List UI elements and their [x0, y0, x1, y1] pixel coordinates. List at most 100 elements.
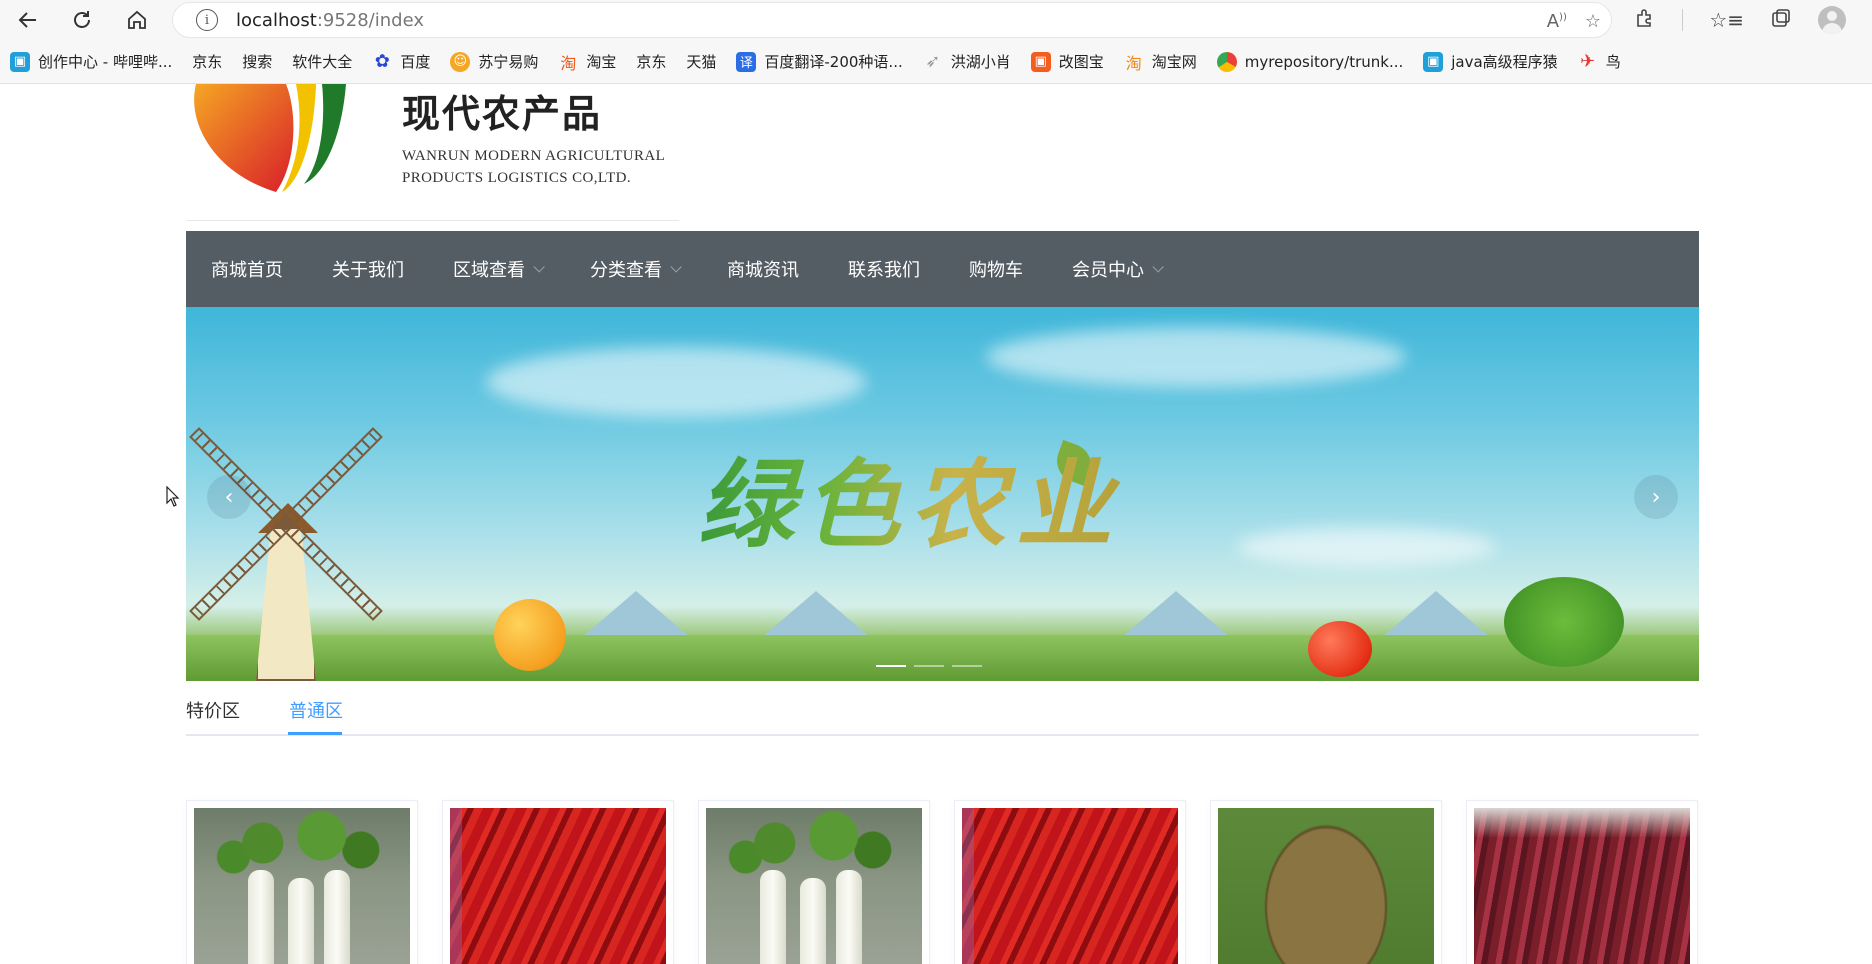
logo-english-line2: PRODUCTS LOGISTICS CO,LTD.: [402, 170, 632, 186]
chevron-down-icon: [533, 261, 545, 273]
radish-root: [288, 878, 314, 964]
bookmark-item[interactable]: 译百度翻译-200种语...: [736, 51, 903, 72]
logo-divider: [186, 220, 679, 221]
bookmark-item[interactable]: 京东: [636, 51, 666, 72]
reload-icon[interactable]: [62, 0, 102, 40]
bird-icon: ➶: [925, 51, 941, 72]
radish-root: [760, 870, 786, 964]
bookmark-item[interactable]: ▣ java高级程序猿: [1423, 51, 1558, 72]
bookmark-item[interactable]: ➶ 洪湖小肖: [923, 51, 1011, 72]
radish-root: [800, 878, 826, 964]
favorites-icon[interactable]: ☆≡: [1709, 8, 1744, 32]
gaitubao-icon: ▣: [1030, 51, 1051, 72]
carousel-indicator[interactable]: [952, 665, 982, 667]
bookmark-item[interactable]: 软件大全: [292, 51, 352, 72]
banner-carousel[interactable]: 绿色农业 ‹ ›: [186, 307, 1699, 681]
logo-english-line1: WANRUN MODERN AGRICULTURAL: [402, 148, 666, 164]
product-card[interactable]: [1466, 800, 1698, 964]
product-card[interactable]: [442, 800, 674, 964]
bookmark-item[interactable]: 天猫: [686, 51, 716, 72]
profile-avatar-icon[interactable]: [1818, 6, 1846, 34]
nav-item-about[interactable]: 关于我们: [332, 231, 404, 307]
translate-icon: 译: [736, 51, 757, 72]
taobao-icon: 淘: [560, 53, 577, 73]
banner-title: 绿色农业: [698, 427, 1122, 566]
address-bar[interactable]: i localhost:9528/index A)) ☆: [172, 2, 1612, 38]
nav-item-category[interactable]: 分类查看: [590, 231, 682, 307]
main-nav-menu: 商城首页 关于我们 区域查看 分类查看 商城资讯 联系我们 购物车 会员中心: [186, 231, 1699, 307]
tab-special-offer[interactable]: 特价区: [186, 696, 240, 734]
mouse-cursor-icon: [166, 485, 180, 512]
nav-item-member[interactable]: 会员中心: [1072, 231, 1164, 307]
toolbar-divider: [1682, 9, 1684, 31]
nav-item-news[interactable]: 商城资讯: [727, 231, 799, 307]
product-image-chili[interactable]: [962, 808, 1178, 964]
bookmark-item[interactable]: 京东: [192, 51, 222, 72]
logo-mark-icon: [194, 84, 346, 192]
nav-item-contact[interactable]: 联系我们: [848, 231, 920, 307]
radish-root: [324, 870, 350, 964]
bookmark-item[interactable]: myrepository/trunk...: [1216, 51, 1403, 72]
favorite-add-icon[interactable]: ☆: [1585, 11, 1601, 32]
chevron-down-icon: [670, 261, 682, 273]
carousel-indicator[interactable]: [876, 665, 906, 667]
read-aloud-icon[interactable]: A)): [1547, 11, 1567, 32]
chrome-icon: [1216, 51, 1237, 72]
bookmark-item[interactable]: ▣ 创作中心 - 哔哩哔...: [10, 51, 172, 72]
carousel-indicators: [876, 665, 982, 667]
product-card[interactable]: [186, 800, 418, 964]
bookmark-item[interactable]: ▣ 改图宝: [1030, 51, 1104, 72]
radish-leaves: [204, 808, 400, 878]
bilibili-icon: ▣: [10, 51, 30, 72]
carousel-next-button[interactable]: ›: [1634, 475, 1678, 519]
cloud-decoration: [486, 347, 866, 417]
bookmark-item[interactable]: 搜索: [242, 51, 272, 72]
baidu-paw-icon: ✿: [374, 51, 390, 72]
nav-item-cart[interactable]: 购物车: [969, 231, 1023, 307]
product-card[interactable]: [954, 800, 1186, 964]
nav-item-region[interactable]: 区域查看: [453, 231, 545, 307]
site-info-icon[interactable]: i: [196, 9, 218, 31]
product-card[interactable]: [1210, 800, 1442, 964]
site-logo[interactable]: 现代农产品 WANRUN MODERN AGRICULTURAL PRODUCT…: [186, 84, 676, 216]
field-decoration: [186, 635, 1699, 681]
product-image-radish[interactable]: [706, 808, 922, 964]
page-content: 现代农产品 WANRUN MODERN AGRICULTURAL PRODUCT…: [0, 84, 1872, 964]
cloud-decoration: [1236, 527, 1496, 567]
bookmark-item[interactable]: ✿ 百度: [372, 51, 431, 72]
apple-tree-illustration: [1504, 577, 1624, 667]
radish-leaves: [716, 808, 912, 878]
windmill-blade: [281, 427, 383, 529]
bookmark-item[interactable]: ✈ 鸟: [1578, 51, 1621, 72]
orange-illustration: [494, 599, 566, 671]
cloud-decoration: [986, 327, 1406, 387]
nav-item-home[interactable]: 商城首页: [211, 231, 283, 307]
radish-root: [836, 870, 862, 964]
carousel-indicator[interactable]: [914, 665, 944, 667]
logo-chinese-name: 现代农产品: [402, 91, 603, 136]
product-image-turtle[interactable]: [1218, 808, 1434, 964]
tab-active-indicator: [288, 732, 342, 735]
extensions-icon[interactable]: [1634, 7, 1656, 34]
collections-icon[interactable]: [1770, 7, 1792, 34]
home-icon[interactable]: [117, 0, 157, 40]
tomato-illustration: [1308, 621, 1372, 677]
product-image-dried-meat[interactable]: [1474, 808, 1690, 964]
address-url[interactable]: localhost:9528/index: [236, 10, 424, 31]
browser-toolbar: i localhost:9528/index A)) ☆ ☆≡: [0, 0, 1872, 40]
bookmark-item[interactable]: 淘淘宝网: [1124, 51, 1197, 73]
product-image-radish[interactable]: [194, 808, 410, 964]
bookmarks-bar: ▣ 创作中心 - 哔哩哔... 京东 搜索 软件大全 ✿ 百度 ☺ 苏宁易购 淘淘宝 …: [0, 40, 1872, 84]
bookmark-item[interactable]: ☺ 苏宁易购: [450, 51, 538, 72]
back-arrow-icon[interactable]: [8, 0, 48, 40]
bookmark-item[interactable]: 淘淘宝: [558, 51, 616, 73]
product-card[interactable]: [698, 800, 930, 964]
tabs-baseline: [186, 734, 1699, 736]
suning-icon: ☺: [450, 51, 471, 72]
radish-root: [248, 870, 274, 964]
carousel-prev-button[interactable]: ‹: [207, 475, 251, 519]
product-image-chili[interactable]: [450, 808, 666, 964]
chevron-down-icon: [1152, 261, 1164, 273]
bilibili-icon: ▣: [1423, 51, 1444, 72]
tab-regular[interactable]: 普通区: [289, 696, 343, 734]
